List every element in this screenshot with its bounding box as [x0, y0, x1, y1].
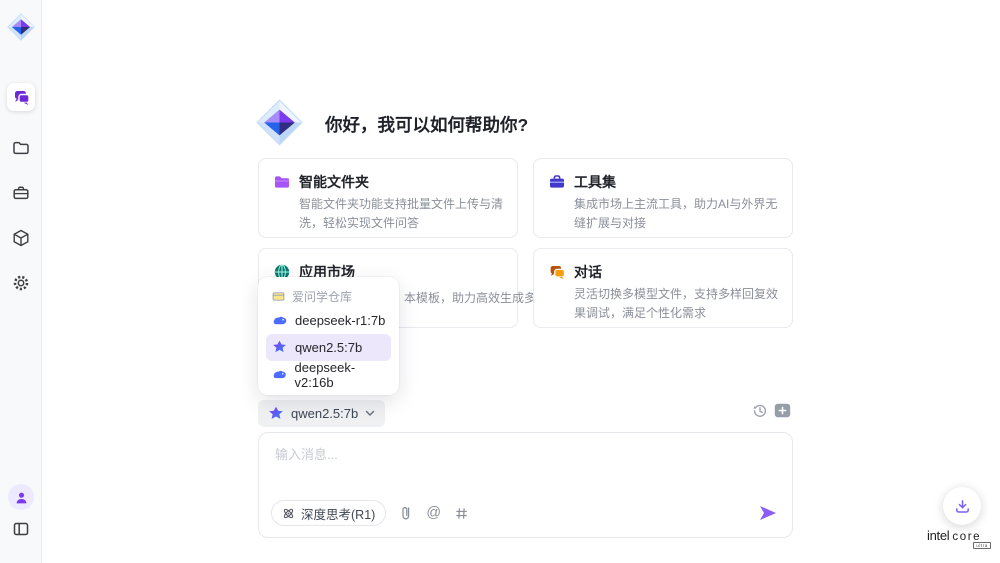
- smart-folder-icon: [273, 173, 291, 191]
- qwen-logo-icon: [268, 406, 284, 422]
- history-button[interactable]: [752, 403, 768, 424]
- download-icon: [954, 498, 971, 515]
- sidebar: [0, 0, 42, 563]
- collapse-sidebar-button[interactable]: [7, 515, 35, 543]
- panel-collapse-icon: [12, 520, 30, 538]
- model-selector-value: qwen2.5:7b: [291, 406, 358, 421]
- gear-icon: [12, 274, 30, 292]
- atom-icon: [282, 507, 295, 520]
- sidebar-item-folders[interactable]: [7, 134, 35, 162]
- qwen-logo-icon: [272, 340, 287, 355]
- user-avatar[interactable]: [8, 484, 34, 510]
- card-description-fragment: 本模板，助力高效生成多: [404, 289, 536, 306]
- history-clock-icon: [752, 403, 768, 419]
- repository-icon: [272, 290, 285, 303]
- sidebar-item-models[interactable]: [7, 224, 35, 252]
- card-title: 智能文件夹: [299, 172, 369, 192]
- model-option-label: deepseek-r1:7b: [295, 313, 385, 328]
- card-toolset[interactable]: 工具集 集成市场上主流工具，助力AI与外界无缝扩展与对接: [533, 158, 793, 238]
- dialogue-icon: [548, 263, 566, 281]
- hash-grid-icon: [454, 506, 469, 521]
- card-description: 集成市场上主流工具，助力AI与外界无缝扩展与对接: [574, 195, 780, 232]
- message-input-container: 深度思考(R1) @: [258, 432, 793, 538]
- mention-button[interactable]: @: [426, 505, 441, 521]
- download-button[interactable]: [943, 487, 981, 525]
- deepseek-whale-icon: [272, 313, 287, 328]
- card-description: 灵活切换多模型文件，支持多样回复效果调试，满足个性化需求: [574, 285, 780, 322]
- model-selector-button[interactable]: qwen2.5:7b: [258, 400, 385, 427]
- briefcase-icon: [12, 184, 30, 202]
- attach-file-button[interactable]: [399, 505, 413, 521]
- cube-icon: [12, 229, 30, 247]
- intel-core-logo: intel core ultra: [927, 528, 993, 543]
- intel-wordmark: intel: [927, 528, 949, 543]
- folder-icon: [12, 139, 30, 157]
- model-option-label: qwen2.5:7b: [295, 340, 362, 355]
- model-group-label: 爱问学仓库: [292, 288, 352, 305]
- deep-think-label: 深度思考(R1): [301, 504, 375, 523]
- chevron-down-icon: [365, 410, 375, 417]
- message-input[interactable]: [275, 447, 755, 462]
- toolset-icon: [548, 173, 566, 191]
- sidebar-item-settings[interactable]: [7, 269, 35, 297]
- app-logo-icon: [7, 13, 35, 41]
- model-option-label: deepseek-v2:16b: [295, 360, 391, 390]
- new-chat-button[interactable]: [774, 403, 791, 423]
- input-toolbar: 深度思考(R1) @: [271, 500, 778, 526]
- card-title: 对话: [574, 262, 602, 282]
- person-icon: [14, 490, 29, 505]
- deepseek-whale-icon: [272, 367, 287, 382]
- send-arrow-icon: [758, 505, 778, 521]
- app-window: 你好，我可以如何帮助你? 智能文件夹 智能文件夹功能支持批量文件上传与清洗，轻松…: [0, 0, 1000, 563]
- paperclip-icon: [399, 505, 413, 521]
- model-dropdown: 爱问学仓库 deepseek-r1:7b qwen2.5:7b d: [258, 277, 399, 395]
- greeting-heading: 你好，我可以如何帮助你?: [325, 112, 528, 137]
- card-smart-folder[interactable]: 智能文件夹 智能文件夹功能支持批量文件上传与清洗，轻松实现文件问答: [258, 158, 518, 238]
- card-title: 工具集: [574, 172, 616, 192]
- hero-logo-icon: [256, 99, 303, 146]
- model-group-header: 爱问学仓库: [266, 285, 391, 307]
- card-dialogue[interactable]: 对话 灵活切换多模型文件，支持多样回复效果调试，满足个性化需求: [533, 248, 793, 328]
- card-description: 智能文件夹功能支持批量文件上传与清洗，轻松实现文件问答: [299, 195, 505, 232]
- model-option-qwen[interactable]: qwen2.5:7b: [266, 334, 391, 361]
- sidebar-item-toolbox[interactable]: [7, 179, 35, 207]
- model-option-deepseek-v2[interactable]: deepseek-v2:16b: [266, 361, 391, 388]
- prompt-library-button[interactable]: [454, 506, 469, 521]
- sidebar-item-chat[interactable]: [7, 83, 35, 111]
- deep-think-toggle[interactable]: 深度思考(R1): [271, 500, 386, 526]
- send-button[interactable]: [758, 505, 778, 521]
- chat-icon: [12, 88, 30, 106]
- new-chat-plus-icon: [774, 403, 791, 418]
- ultra-badge: ultra: [973, 542, 991, 549]
- model-option-deepseek-r1[interactable]: deepseek-r1:7b: [266, 307, 391, 334]
